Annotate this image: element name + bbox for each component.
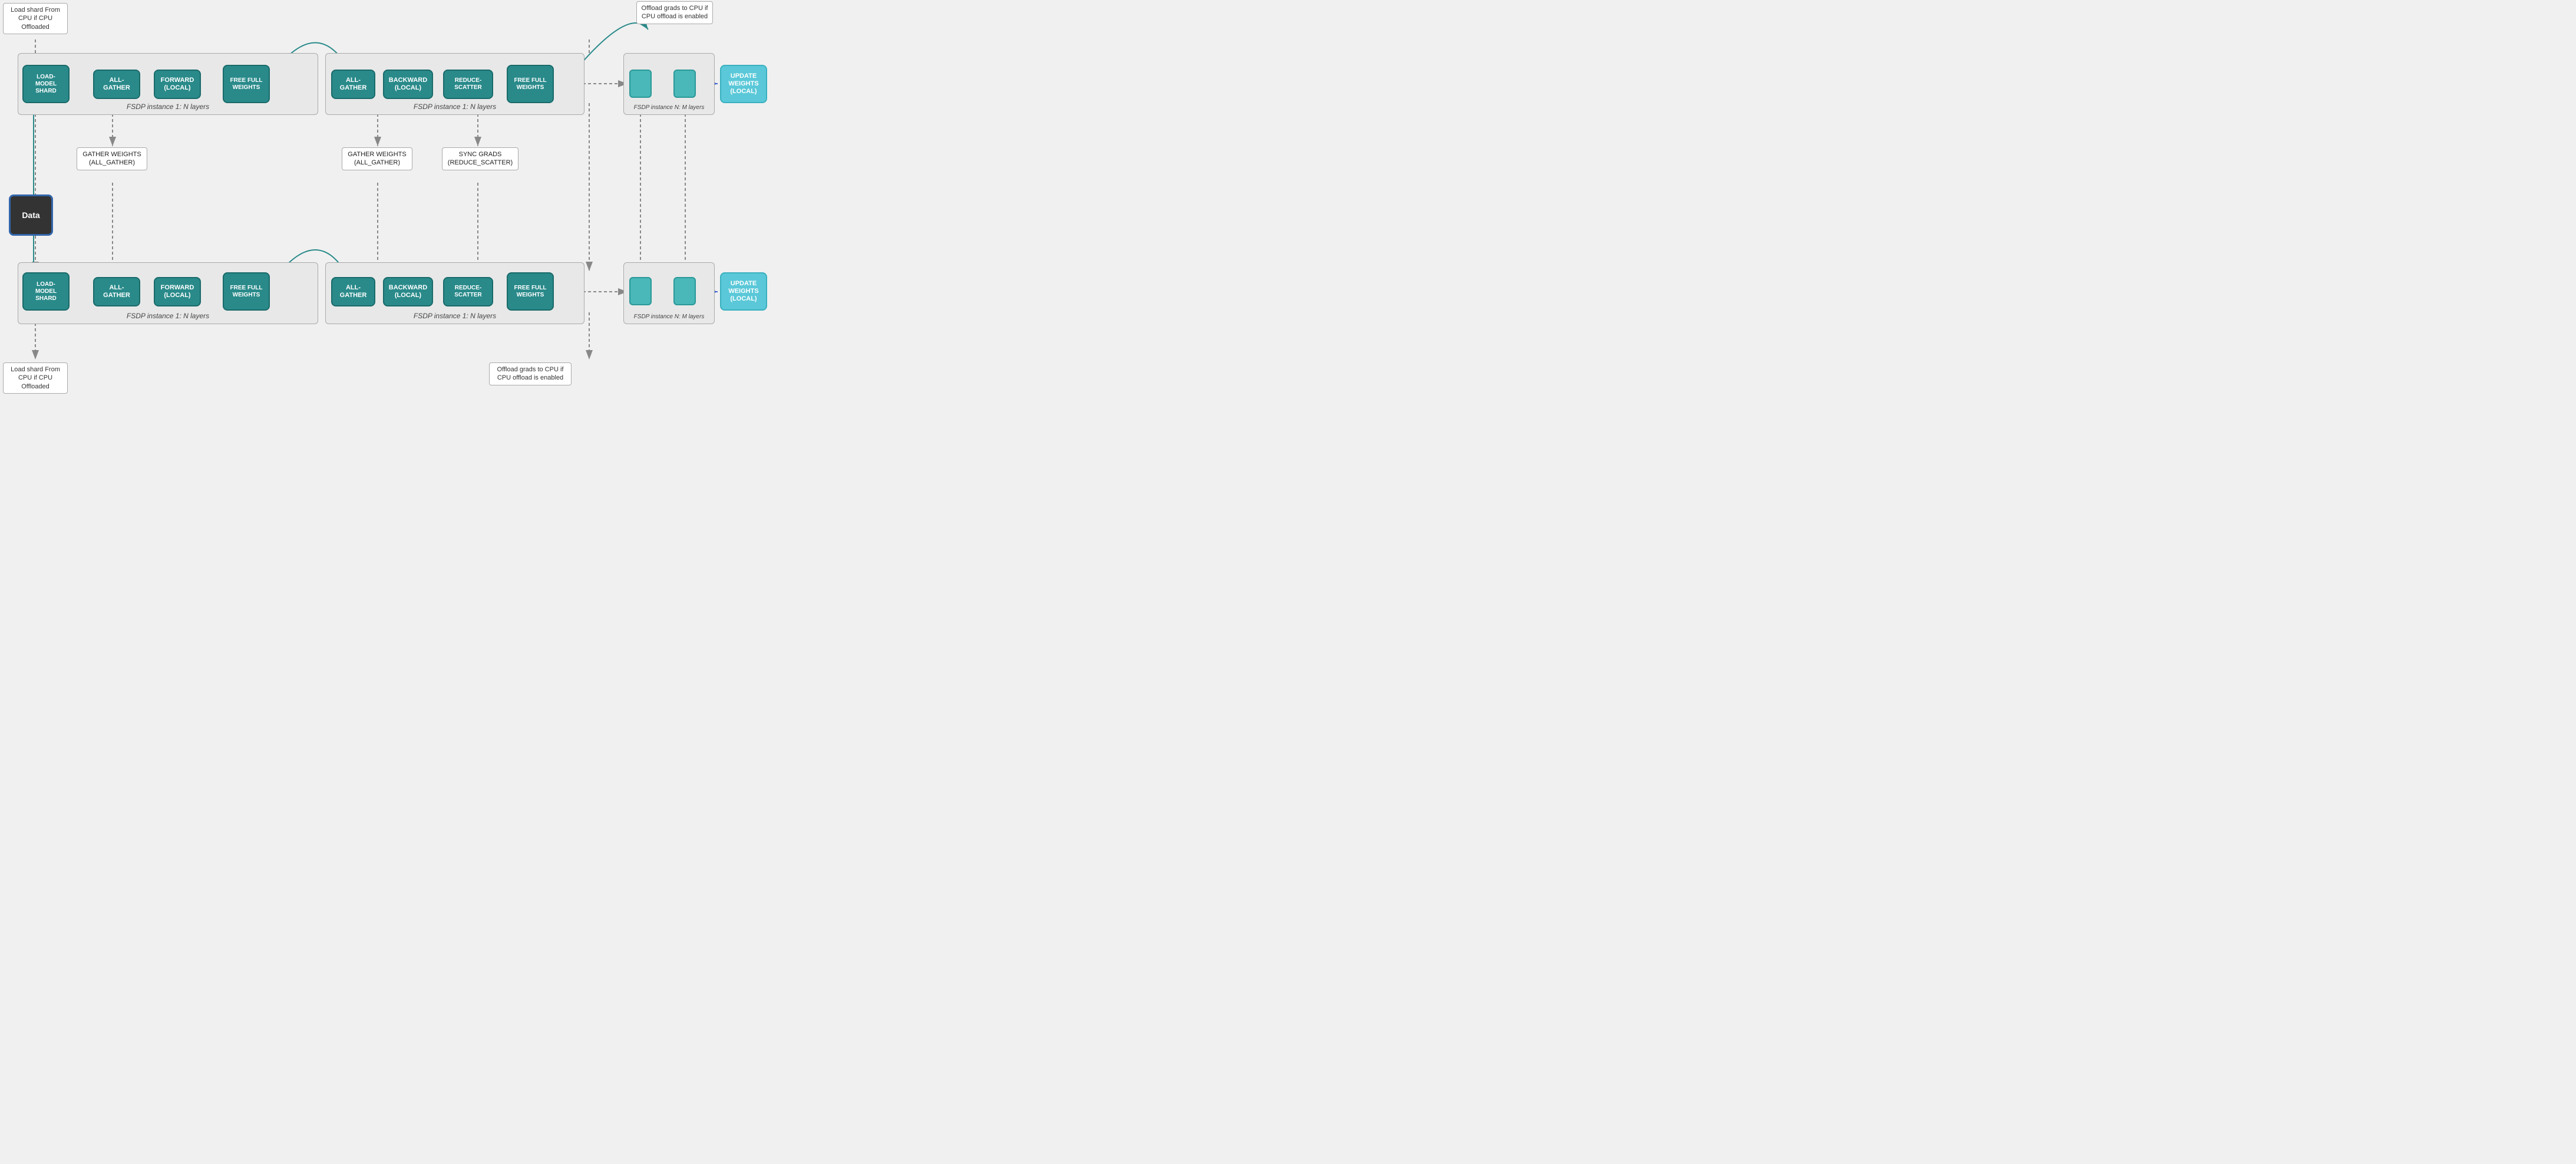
gather-weights-1: GATHER WEIGHTS (ALL_GATHER) [77,147,147,170]
top-all-gather-bw: ALL-GATHER [331,70,375,99]
top-right-fsdp-label: FSDP instance N: M layers [634,104,705,111]
bot-small-square-1 [629,277,652,305]
data-node: Data [9,194,53,236]
top-free-full-weights-bw: FREE FULL WEIGHTS [507,65,554,103]
bot-offload-grads-annotation: Offload grads to CPU if CPU offload is e… [489,362,572,385]
top-update-weights: UPDATE WEIGHTS (LOCAL) [720,65,767,103]
bot-update-weights: UPDATE WEIGHTS (LOCAL) [720,272,767,311]
bot-right-fsdp-label: FSDP instance N: M layers [634,314,705,320]
top-small-square-1 [629,70,652,98]
bot-free-full-weights: FREE FULL WEIGHTS [223,272,270,311]
bot-backward-local: BACKWARD (LOCAL) [383,277,433,306]
top-free-full-weights: FREE FULL WEIGHTS [223,65,270,103]
bot-forward-fsdp-label: FSDP instance 1: N layers [127,312,209,320]
bot-backward-fsdp-label: FSDP instance 1: N layers [414,312,496,320]
top-offload-grads-annotation: Offload grads to CPU if CPU offload is e… [636,1,713,24]
gather-weights-2: GATHER WEIGHTS (ALL_GATHER) [342,147,412,170]
top-all-gather: ALL-GATHER [93,70,140,99]
bot-all-gather-bw: ALL-GATHER [331,277,375,306]
bot-free-full-weights-bw: FREE FULL WEIGHTS [507,272,554,311]
diagram-container: Load shard From CPU if CPU Offloaded Off… [0,0,825,401]
top-load-shard-annotation: Load shard From CPU if CPU Offloaded [3,3,68,34]
bot-load-shard-annotation: Load shard From CPU if CPU Offloaded [3,362,68,394]
top-reduce-scatter: REDUCE-SCATTER [443,70,493,99]
sync-grads: SYNC GRADS (REDUCE_SCATTER) [442,147,518,170]
top-small-square-2 [673,70,696,98]
top-forward-fsdp-label: FSDP instance 1: N layers [127,103,209,111]
bot-load-model-shard: LOAD-MODEL SHARD [22,272,70,311]
top-backward-local: BACKWARD (LOCAL) [383,70,433,99]
bot-small-square-2 [673,277,696,305]
bot-forward-local: FORWARD (LOCAL) [154,277,201,306]
top-forward-local: FORWARD (LOCAL) [154,70,201,99]
top-load-model-shard: LOAD-MODEL SHARD [22,65,70,103]
bot-all-gather: ALL-GATHER [93,277,140,306]
bot-reduce-scatter: REDUCE-SCATTER [443,277,493,306]
top-backward-fsdp-label: FSDP instance 1: N layers [414,103,496,111]
